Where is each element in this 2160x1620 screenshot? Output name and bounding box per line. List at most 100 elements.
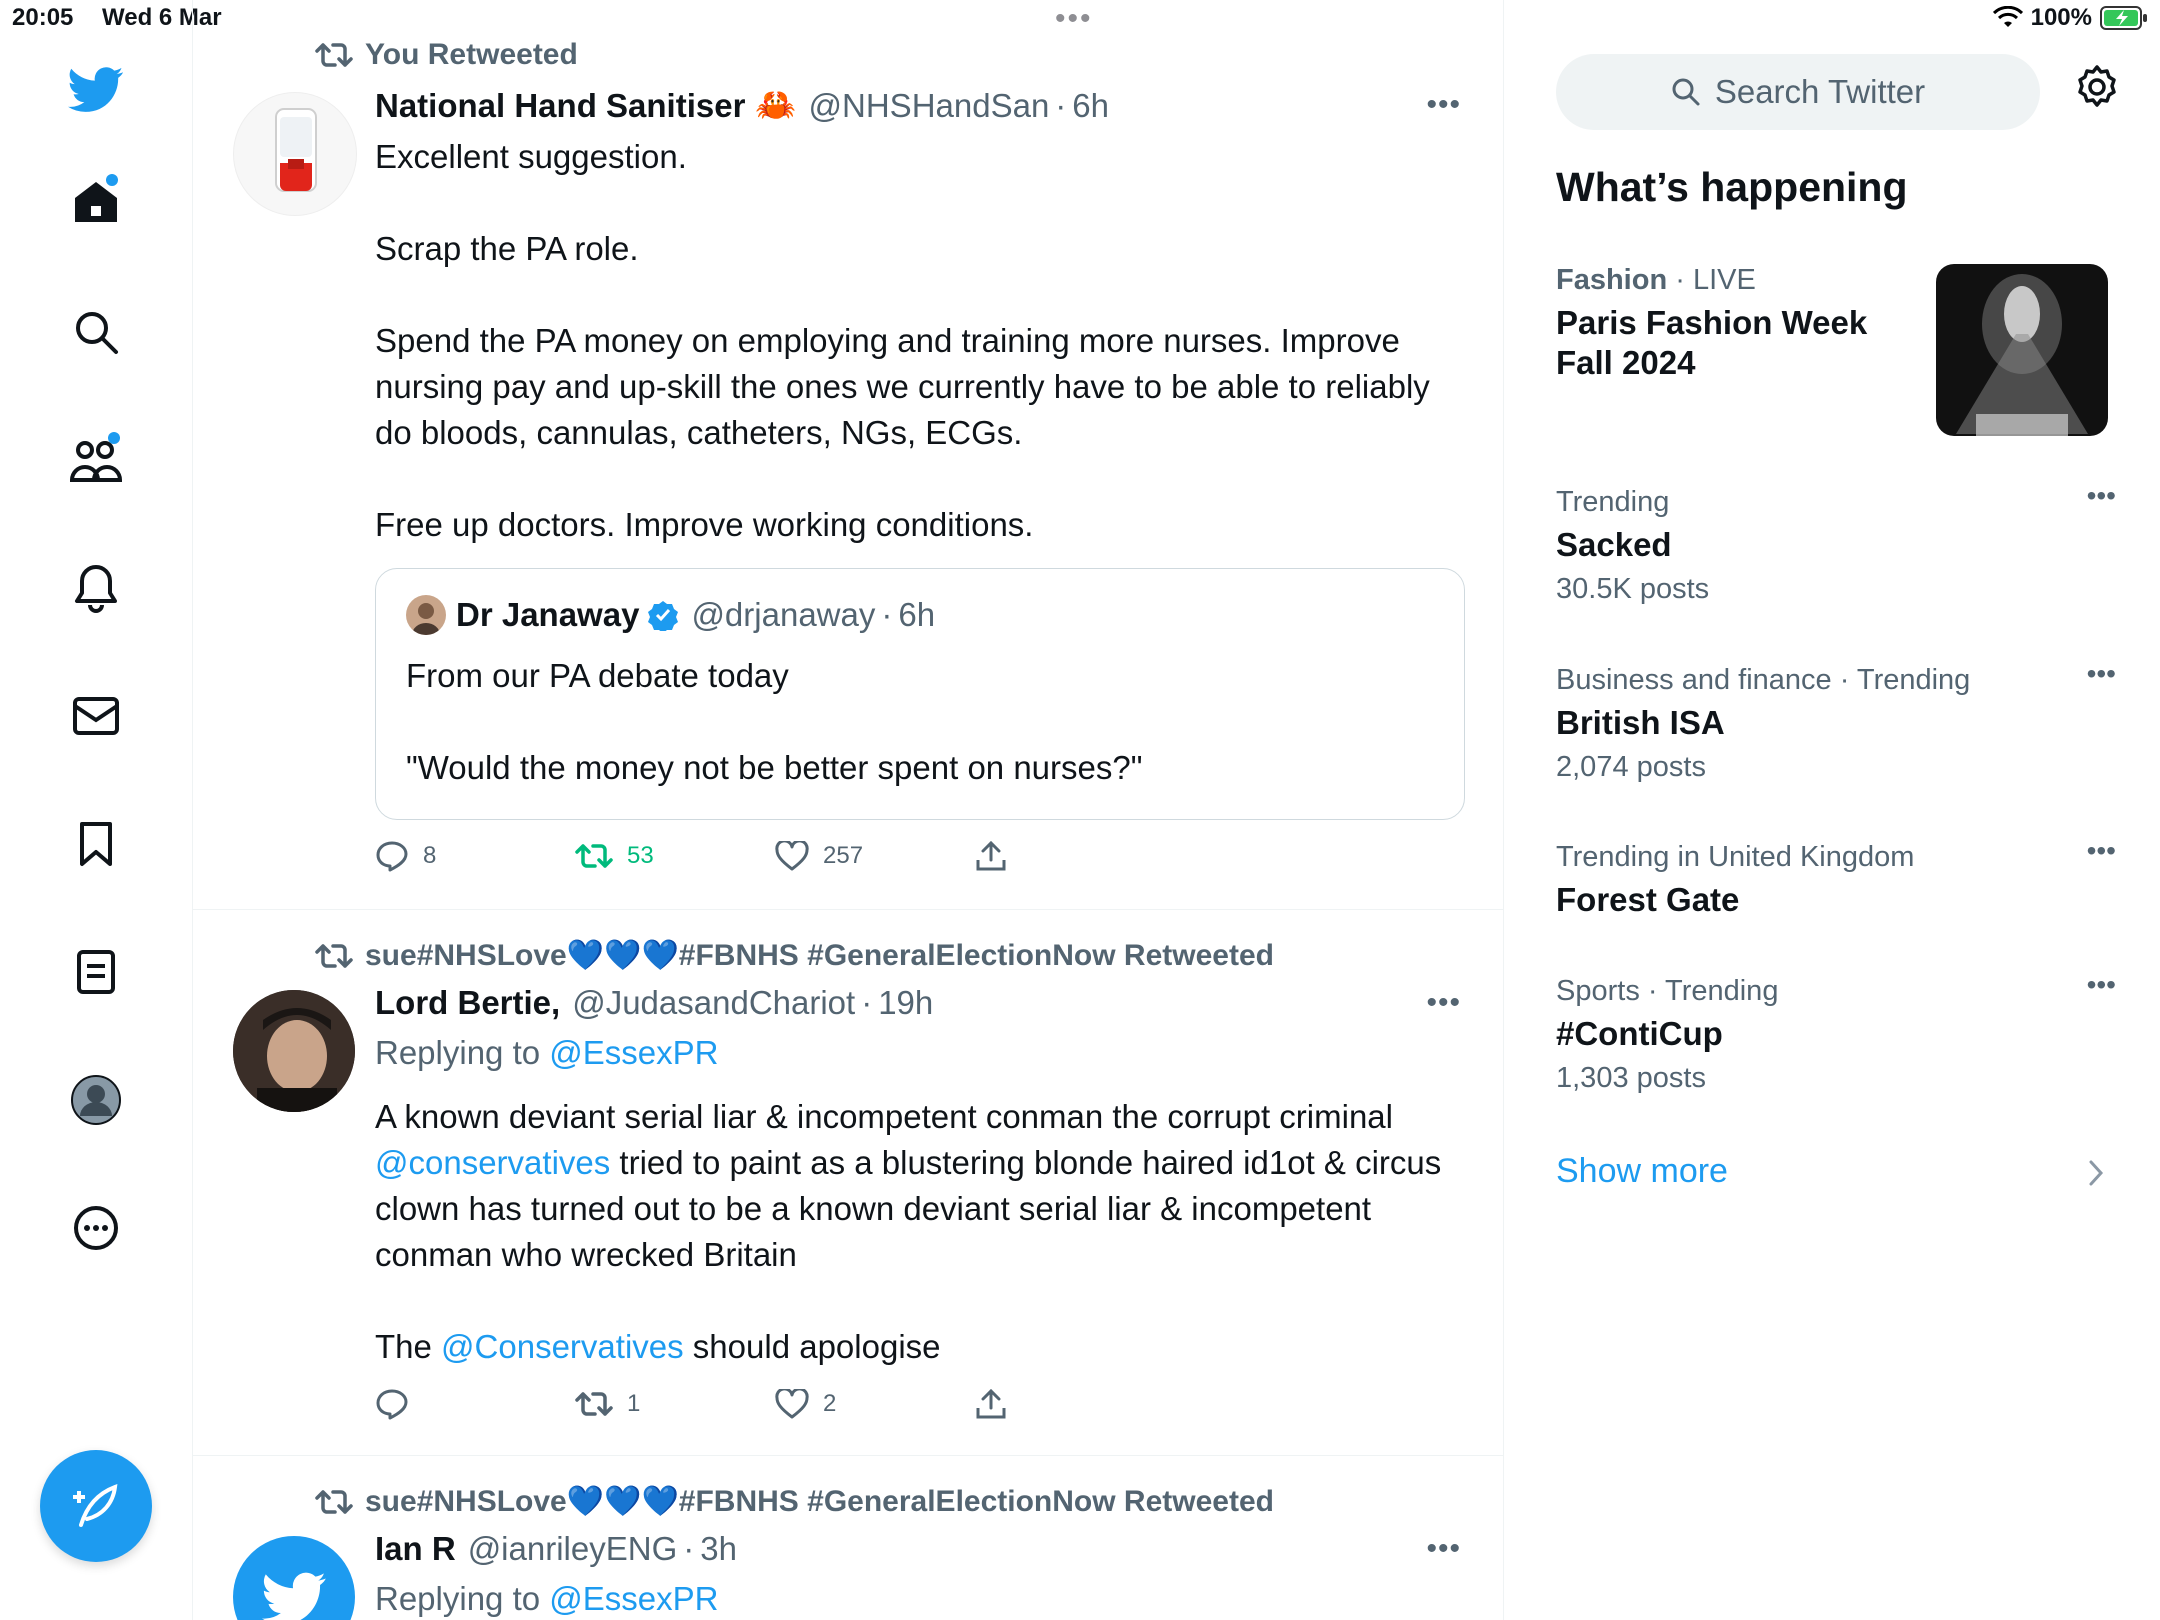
trend-live: LIVE	[1692, 264, 1756, 296]
mention-link[interactable]: @Conservatives	[441, 1328, 684, 1365]
share-icon	[976, 840, 1006, 871]
retweet-label: You Retweeted	[365, 38, 578, 71]
avatar[interactable]	[233, 92, 357, 216]
retweet-icon	[575, 1392, 613, 1416]
twitter-logo-icon[interactable]	[66, 60, 126, 120]
trend-name: #ContiCup	[1556, 1015, 1723, 1052]
lists-icon[interactable]	[66, 942, 126, 1002]
replying-to-prefix: Replying to	[375, 1034, 550, 1071]
tweet-actions: 1 2	[375, 1388, 1175, 1420]
quote-line: "Would the money not be better spent on …	[406, 749, 1143, 786]
reply-button[interactable]	[375, 1388, 575, 1420]
author-handle[interactable]: @NHSHandSan	[809, 87, 1050, 125]
reply-count: 8	[423, 842, 437, 869]
trend-more-icon[interactable]: •••	[2087, 835, 2116, 867]
author-handle[interactable]: @JudasandChariot	[572, 984, 855, 1022]
reply-icon	[376, 1389, 408, 1420]
share-button[interactable]	[975, 1388, 1175, 1420]
share-button[interactable]	[975, 840, 1175, 872]
trend-name: Forest Gate	[1556, 881, 1740, 918]
settings-gear-icon[interactable]	[2074, 64, 2120, 115]
share-icon	[976, 1388, 1006, 1419]
author-name[interactable]: Lord Bertie,	[375, 984, 560, 1022]
chevron-right-icon[interactable]	[2086, 1158, 2106, 1188]
tweet-more-icon[interactable]: •••	[1426, 1532, 1461, 1566]
author-name[interactable]: National Hand Sanitiser	[375, 87, 745, 125]
trend-count: 2,074 posts	[1556, 751, 1706, 783]
notifications-bell-icon[interactable]	[66, 558, 126, 618]
retweet-count: 1	[627, 1390, 641, 1417]
separator-dot: ·	[1055, 86, 1067, 124]
replying-to: Replying to @EssexPR	[375, 1580, 718, 1618]
trend-name-line: Paris Fashion Week	[1556, 304, 1868, 341]
tweet-header: Lord Bertie, @JudasandChariot · 19h	[375, 984, 933, 1022]
mention-link[interactable]: @conservatives	[375, 1144, 610, 1181]
quote-text: From our PA debate today "Would the mone…	[406, 653, 1426, 837]
verified-badge-icon	[648, 601, 679, 631]
trend-name: Paris Fashion Week Fall 2024	[1556, 303, 1976, 383]
compose-tweet-button[interactable]	[40, 1450, 152, 1562]
trend-more-icon[interactable]: •••	[2087, 658, 2116, 690]
tweet-time[interactable]: 19h	[878, 984, 933, 1022]
avatar[interactable]	[233, 990, 355, 1112]
retweet-button[interactable]: 53	[575, 842, 775, 870]
retweet-label: sue#NHSLove💙💙💙#FBNHS #GeneralElectionNow…	[365, 939, 1274, 972]
quote-author-handle[interactable]: @drjanaway	[691, 596, 875, 634]
profile-avatar-icon[interactable]	[66, 1070, 126, 1130]
trend-item[interactable]: Trending in United Kingdom Forest Gate •…	[1556, 835, 2116, 920]
tweet-more-icon[interactable]: •••	[1426, 986, 1461, 1020]
retweet-icon	[315, 943, 353, 968]
retweet-count: 53	[627, 842, 654, 869]
trend-meta: Business and finance · Trending	[1556, 664, 1971, 696]
trend-item[interactable]: Business and finance · Trending British …	[1556, 658, 2116, 784]
tweet-time[interactable]: 3h	[700, 1530, 737, 1568]
tweet-time[interactable]: 6h	[1072, 87, 1109, 125]
fashion-week-image[interactable]	[1936, 264, 2108, 436]
more-options-icon[interactable]	[66, 1198, 126, 1258]
trend-meta: Sports · Trending	[1556, 975, 1779, 1007]
replying-to-prefix: Replying to	[375, 1580, 550, 1617]
communities-icon[interactable]	[66, 430, 126, 490]
retweet-context: You Retweeted	[315, 38, 578, 72]
tweet-lord-bertie[interactable]: sue#NHSLove💙💙💙#FBNHS #GeneralElectionNow…	[193, 910, 1503, 1456]
show-more-link[interactable]: Show more	[1556, 1152, 1728, 1191]
avatar[interactable]	[233, 1536, 355, 1620]
author-handle[interactable]: @ianrileyENG	[468, 1530, 678, 1568]
retweet-label: sue#NHSLove💙💙💙#FBNHS #GeneralElectionNow…	[365, 1485, 1274, 1518]
trend-name-line: Fall 2024	[1556, 344, 1696, 381]
trend-count: 1,303 posts	[1556, 1062, 1706, 1094]
trend-more-icon[interactable]: •••	[2087, 969, 2116, 1001]
trend-meta: Fashion · LIVE	[1556, 264, 1756, 296]
tweet-text: Excellent suggestion. Scrap the PA role.…	[375, 134, 1465, 594]
like-button[interactable]: 2	[775, 1389, 975, 1419]
quote-header: Dr Janaway @drjanaway · 6h	[406, 595, 935, 635]
tweet-more-icon[interactable]: •••	[1426, 88, 1461, 122]
bookmarks-icon[interactable]	[66, 814, 126, 874]
quote-line: From our PA debate today	[406, 657, 789, 694]
retweet-button[interactable]: 1	[575, 1390, 775, 1418]
home-icon[interactable]	[66, 172, 126, 232]
tweet-national-hand-sanitiser[interactable]: You Retweeted National Hand Sanitiser 🦀 …	[193, 0, 1503, 910]
heart-icon	[775, 1389, 809, 1419]
tweet-ian-r[interactable]: sue#NHSLove💙💙💙#FBNHS #GeneralElectionNow…	[193, 1456, 1503, 1620]
messages-envelope-icon[interactable]	[66, 686, 126, 746]
communities-badge	[108, 432, 120, 444]
trend-item[interactable]: Sports · Trending #ContiCup 1,303 posts …	[1556, 969, 2116, 1095]
author-name[interactable]: Ian R	[375, 1530, 456, 1568]
search-input[interactable]: Search Twitter	[1556, 54, 2040, 130]
trend-more-icon[interactable]: •••	[2087, 480, 2116, 512]
reply-button[interactable]: 8	[375, 840, 575, 872]
trend-item[interactable]: Fashion · LIVE Paris Fashion Week Fall 20…	[1556, 264, 1976, 383]
like-button[interactable]: 257	[775, 841, 975, 871]
crab-emoji: 🦀	[755, 86, 797, 123]
trend-item[interactable]: Trending Sacked 30.5K posts •••	[1556, 480, 2116, 606]
explore-search-icon[interactable]	[66, 302, 126, 362]
replying-to-handle[interactable]: @EssexPR	[549, 1580, 718, 1617]
quoted-tweet[interactable]: Dr Janaway @drjanaway · 6h From our PA d…	[375, 568, 1465, 820]
text-fragment: The	[375, 1328, 442, 1365]
quote-author-name[interactable]: Dr Janaway	[456, 596, 639, 634]
replying-to-handle[interactable]: @EssexPR	[549, 1034, 718, 1071]
tweet-paragraph: Free up doctors. Improve working conditi…	[375, 506, 1034, 543]
retweet-icon	[315, 43, 353, 67]
trend-count: 30.5K posts	[1556, 573, 1710, 605]
